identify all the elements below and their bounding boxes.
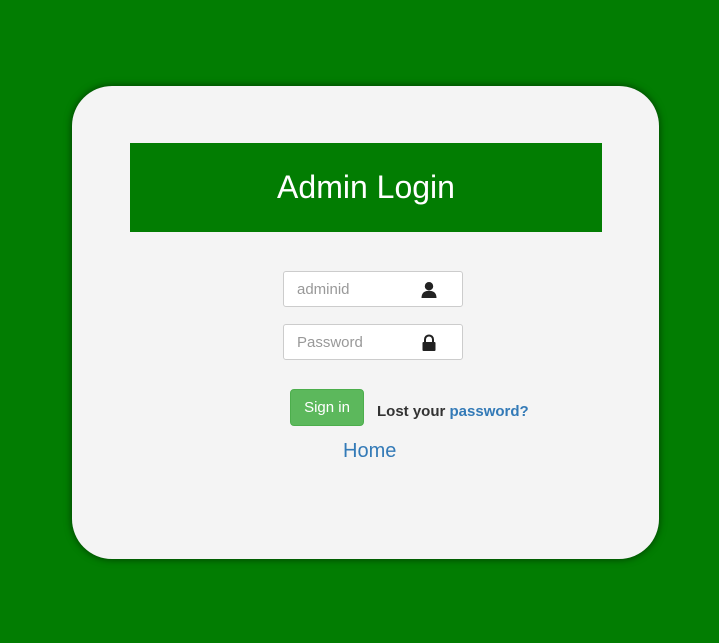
login-header-banner: Admin Login [130,143,602,232]
username-field[interactable] [283,271,463,307]
password-input[interactable] [284,325,424,359]
password-field[interactable] [283,324,463,360]
home-link[interactable]: Home [343,440,396,463]
lost-password-text: Lost your password? [377,403,529,420]
lock-icon [422,334,436,351]
password-reset-link[interactable]: password? [450,403,529,420]
username-input[interactable] [284,272,424,306]
page-title: Admin Login [277,169,455,205]
page-background: { "login": { "title": "Admin Login", "us… [0,0,719,643]
user-icon [421,282,437,298]
login-card: Admin Login Sign in Lost your password? … [72,86,659,559]
lost-password-label: Lost your [377,403,450,420]
sign-in-button[interactable]: Sign in [290,389,364,426]
